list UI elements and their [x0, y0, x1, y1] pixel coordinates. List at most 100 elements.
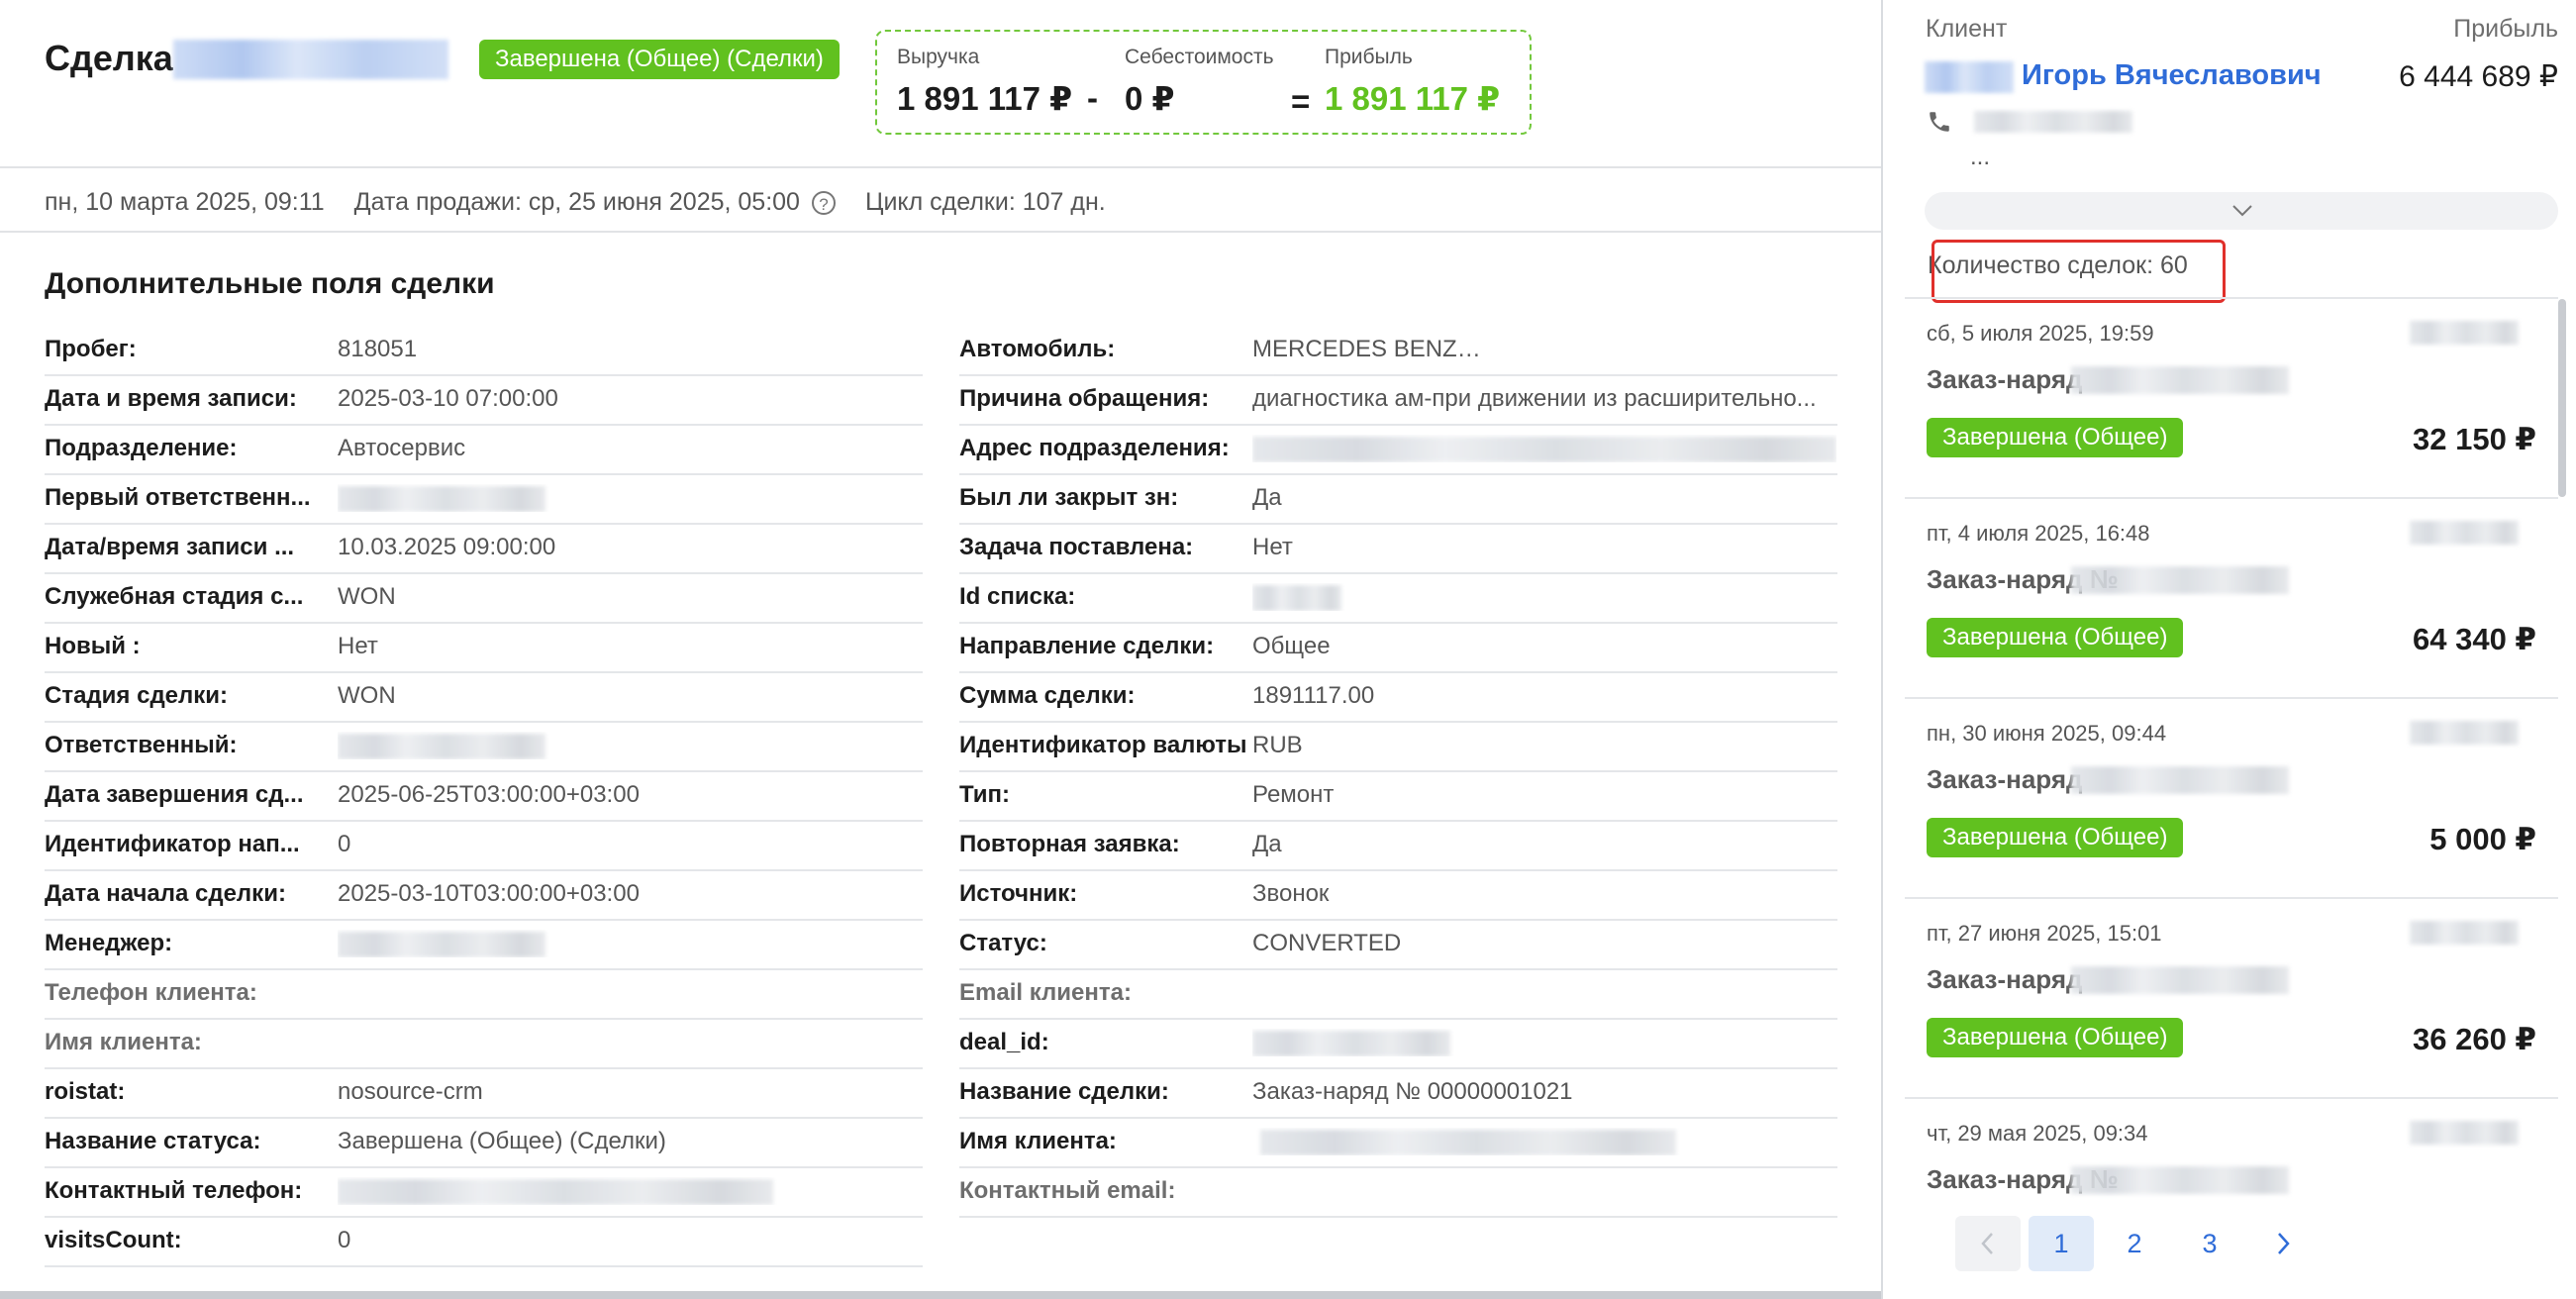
field-row: Идентификатор нап... 0: [45, 822, 923, 871]
deal-card[interactable]: сб, 5 июля 2025, 19:59 Заказ-наряд Заверше…: [1905, 299, 2558, 499]
redacted-order-number: [2071, 1166, 2289, 1194]
field-value-text: Звонок: [1252, 880, 1330, 907]
field-label: Телефон клиента:: [45, 979, 257, 1006]
field-value: WON: [338, 682, 922, 710]
field-label: Ответственный:: [45, 732, 238, 758]
field-label: Направление сделки:: [959, 633, 1215, 659]
field-value: Да: [1252, 484, 1836, 512]
redacted-value: [338, 931, 545, 957]
field-label: Подразделение:: [45, 435, 238, 461]
next-page-button[interactable]: [2250, 1216, 2316, 1271]
deal-card[interactable]: пт, 27 июня 2025, 15:01 Заказ-наряд Заверш…: [1905, 899, 2558, 1099]
more-ellipsis: ...: [1970, 144, 1991, 170]
field-row: Стадия сделки: WON: [45, 673, 923, 723]
redacted-value: [1464, 337, 1836, 363]
deal-date: чт, 29 мая 2025, 09:34: [1927, 1121, 2148, 1146]
field-value-text: диагностика ам-при движении из расширите…: [1252, 385, 1817, 412]
redacted-value: [1252, 436, 1836, 462]
deals-scrollbar[interactable]: [2558, 299, 2566, 497]
field-label: Имя клиента:: [45, 1029, 202, 1055]
client-surname-redacted: [1925, 61, 2014, 93]
client-profit-label: Прибыль: [2453, 15, 2558, 43]
field-row: Ответственный:: [45, 723, 923, 772]
field-label: Автомобиль:: [959, 336, 1116, 362]
field-value-text: WON: [338, 682, 396, 709]
field-value: Да: [1252, 831, 1836, 858]
help-icon[interactable]: ?: [811, 191, 836, 216]
field-value: 0: [338, 831, 922, 858]
deal-card[interactable]: чт, 29 мая 2025, 09:34 Заказ-наряд №: [1905, 1099, 2558, 1210]
field-label: roistat:: [45, 1078, 126, 1105]
field-label: Стадия сделки:: [45, 682, 229, 709]
client-panel: Клиент Прибыль Игорь Вячеславович 6 444 …: [1883, 0, 2576, 1299]
field-label: visitsCount:: [45, 1227, 182, 1253]
field-value-text: Нет: [338, 633, 378, 659]
chevron-right-icon: [2278, 1233, 2290, 1254]
redacted-time: [2410, 321, 2519, 345]
deal-date: пт, 27 июня 2025, 15:01: [1927, 921, 2162, 946]
field-label: Название статуса:: [45, 1128, 261, 1154]
field-value-text: RUB: [1252, 732, 1303, 758]
field-label: Тип:: [959, 781, 1010, 808]
field-value-text: Да: [1252, 831, 1282, 857]
deal-title: Заказ-наряд: [1927, 764, 2083, 794]
redacted-value: [1260, 1129, 1676, 1155]
revenue-value: 1 891 117 ₽: [897, 80, 1073, 117]
field-value-text: 0: [338, 831, 351, 857]
field-value-text: Автосервис: [338, 435, 466, 461]
redacted-value: [338, 733, 545, 759]
field-value: [338, 930, 922, 957]
field-row: Направление сделки: Общее: [959, 624, 1837, 673]
field-label: Повторная заявка:: [959, 831, 1180, 857]
client-label: Клиент: [1926, 15, 2008, 43]
field-value: 10.03.2025 09:00:00: [338, 534, 922, 561]
horizontal-scrollbar[interactable]: [0, 1291, 1881, 1299]
field-row: Дата и время записи: 2025-03-10 07:00:00: [45, 376, 923, 426]
page-button-2[interactable]: 2: [2102, 1216, 2167, 1271]
deal-card[interactable]: пн, 30 июня 2025, 09:44 Заказ-наряд Заверш…: [1905, 699, 2558, 899]
field-value: [338, 732, 922, 759]
deal-amount: 32 150 ₽: [2413, 422, 2536, 456]
redacted-order-number: [2071, 766, 2289, 794]
field-value: диагностика ам-при движении из расширите…: [1252, 385, 1836, 413]
field-value: [338, 1177, 922, 1205]
field-label: Сумма сделки:: [959, 682, 1136, 709]
field-label: Пробег:: [45, 336, 137, 362]
page-button-3[interactable]: 3: [2177, 1216, 2242, 1271]
field-label: Дата/время записи ...: [45, 534, 295, 560]
client-profit-value: 6 444 689 ₽: [2399, 60, 2558, 93]
profit-value: 1 891 117 ₽: [1325, 80, 1501, 117]
field-value: Нет: [338, 633, 922, 660]
field-value: [338, 484, 922, 512]
field-row: Id списка:: [959, 574, 1837, 624]
field-row: Повторная заявка: Да: [959, 822, 1837, 871]
finance-summary: Выручка 1 891 117 ₽ - Себестоимость 0 ₽ …: [875, 30, 1532, 135]
highlight-box: [1932, 240, 2226, 303]
created-date: пн, 10 марта 2025, 09:11: [45, 188, 325, 216]
field-value-text: 2025-03-10T03:00:00+03:00: [338, 880, 640, 907]
expand-toggle[interactable]: [1925, 192, 2558, 230]
field-value-text: WON: [338, 583, 396, 610]
field-row: Тип: Ремонт: [959, 772, 1837, 822]
deal-status-badge: Завершена (Общее): [1927, 1018, 2184, 1057]
field-label: Имя клиента:: [959, 1128, 1117, 1154]
field-label: Id списка:: [959, 583, 1076, 610]
deal-number-redacted: [173, 40, 448, 79]
phone-icon: [1930, 112, 1949, 132]
field-value-text: Общее: [1252, 633, 1331, 659]
client-deals-list: сб, 5 июля 2025, 19:59 Заказ-наряд Заверше…: [1905, 299, 2558, 1210]
redacted-time: [2410, 921, 2519, 945]
field-row: Название сделки: Заказ-наряд № 0000000102…: [959, 1069, 1837, 1119]
prev-page-button[interactable]: [1955, 1216, 2021, 1271]
field-row: Идентификатор валюты: RUB: [959, 723, 1837, 772]
deal-meta: пн, 10 марта 2025, 09:11 Дата продажи: ср…: [45, 188, 1136, 217]
client-name-link[interactable]: Игорь Вячеславович: [2022, 59, 2322, 92]
deal-card[interactable]: пт, 4 июля 2025, 16:48 Заказ-наряд № Завер…: [1905, 499, 2558, 699]
field-label: Контактный email:: [959, 1177, 1176, 1204]
deal-cycle: Цикл сделки: 107 дн.: [864, 188, 1106, 216]
field-value: 2025-03-10 07:00:00: [338, 385, 922, 413]
field-row: Контактный email:: [959, 1168, 1837, 1218]
field-label: Первый ответственн...: [45, 484, 311, 511]
page-button-1[interactable]: 1: [2029, 1216, 2094, 1271]
field-value-text: Завершена (Общее) (Сделки): [338, 1128, 666, 1154]
